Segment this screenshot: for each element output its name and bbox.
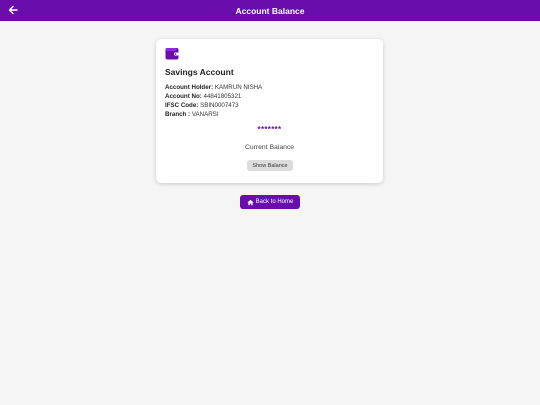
account-type-heading: Savings Account — [165, 67, 234, 77]
account-holder-row: Account Holder: KAMRUN NISHA — [165, 84, 262, 91]
home-icon — [247, 199, 254, 206]
ifsc-code-row: IFSC Code: SBIN0007473 — [165, 102, 239, 109]
wallet-icon — [165, 47, 179, 60]
branch-label: Branch : — [165, 111, 191, 118]
branch-value: VANARSI — [190, 111, 219, 118]
branch-row: Branch : VANARSI — [165, 111, 219, 118]
ifsc-code-label: IFSC Code: — [165, 102, 199, 109]
account-holder-value: KAMRUN NISHA — [213, 84, 263, 91]
account-number-row: Account No: 44841805321 — [165, 93, 241, 100]
account-holder-label: Account Holder: — [165, 84, 214, 91]
back-to-home-label: Back to Home — [255, 199, 294, 205]
current-balance-label: Current Balance — [244, 144, 295, 151]
arrow-left-icon[interactable] — [6, 3, 20, 17]
masked-balance: ******* — [257, 125, 282, 134]
app-header: Account Balance — [0, 0, 540, 21]
account-number-label: Account No: — [165, 93, 202, 100]
page-title: Account Balance — [235, 5, 305, 16]
show-balance-button[interactable]: Show Balance — [247, 160, 293, 171]
account-number-value: 44841805321 — [201, 93, 242, 100]
back-to-home-button[interactable]: Back to Home — [240, 195, 300, 209]
account-card: Savings Account Account Holder: KAMRUN N… — [156, 39, 383, 183]
ifsc-code-value: SBIN0007473 — [198, 102, 239, 109]
